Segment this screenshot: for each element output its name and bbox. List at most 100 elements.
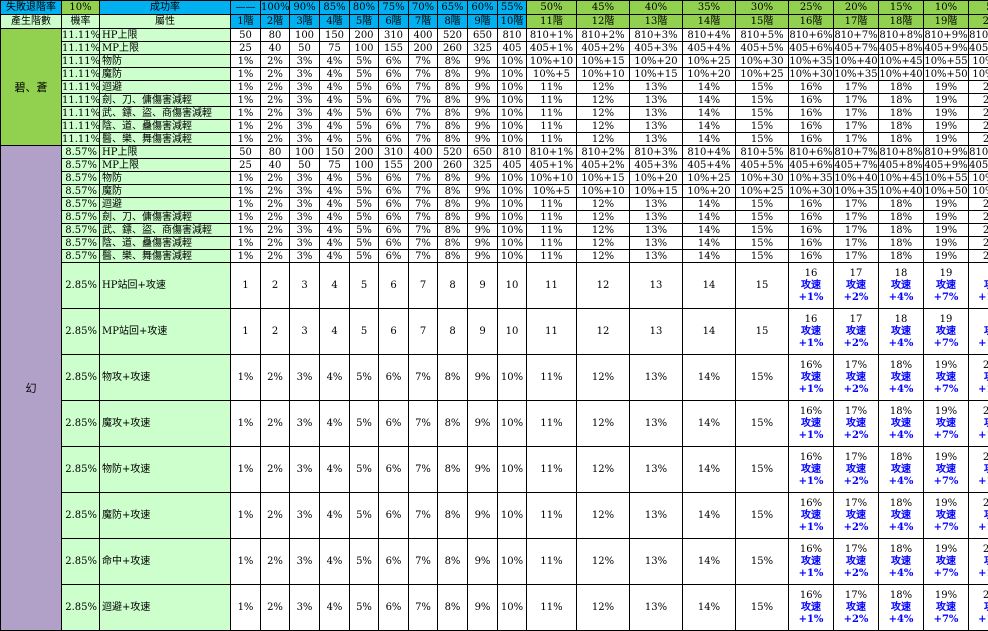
value-cell: 10%+50 xyxy=(924,68,969,81)
value-cell: 1% xyxy=(231,237,261,250)
value-cell: 14% xyxy=(683,493,736,539)
value-cell: 50 xyxy=(231,146,261,159)
value-cell: 405 xyxy=(498,159,527,172)
value-cell: 9% xyxy=(468,585,498,631)
value-cell: 75 xyxy=(320,159,350,172)
value-cell: 3% xyxy=(290,198,320,211)
bonus-stat-row: 2.85%HP站回+攻速12345678910111213141516攻速+1%… xyxy=(1,263,988,309)
value-cell: 13% xyxy=(630,585,683,631)
value-cell: 12 xyxy=(577,263,630,309)
value-cell: 15% xyxy=(736,198,789,211)
value-cell: 3% xyxy=(290,224,320,237)
value-cell: 10%+45 xyxy=(879,172,924,185)
value-cell: 10% xyxy=(498,224,527,237)
value-cell: 1% xyxy=(231,198,261,211)
bonus-stat-row: 2.85%迴避+攻速1%2%3%4%5%6%7%8%9%10%11%12%13%… xyxy=(1,585,988,631)
value-cell: 810+3% xyxy=(630,29,683,42)
value-cell: 10%+30 xyxy=(736,172,789,185)
value-cell: 15% xyxy=(736,250,789,263)
attribute-cell: 物防 xyxy=(100,172,231,185)
value-cell: 18% xyxy=(879,120,924,133)
value-cell: 11% xyxy=(527,211,577,224)
value-cell: 155 xyxy=(379,42,409,55)
value-cell: 13% xyxy=(630,401,683,447)
attack-speed-bonus: +2% xyxy=(834,568,878,580)
value-cell: 7% xyxy=(409,401,438,447)
value-cell: 9% xyxy=(468,224,498,237)
tier-value: 17% xyxy=(834,498,878,510)
success-rate-cell: 35% xyxy=(683,1,736,15)
value-cell: 11% xyxy=(527,94,577,107)
value-cell: 2% xyxy=(261,81,290,94)
tier-cell: 16階 xyxy=(789,15,834,29)
value-cell: 100 xyxy=(290,29,320,42)
value-cell: 10%+40 xyxy=(834,55,879,68)
value-cell: 4% xyxy=(320,172,350,185)
value-cell: 2% xyxy=(261,585,290,631)
value-cell: 9% xyxy=(468,493,498,539)
bonus-value-cell: 17攻速+2% xyxy=(834,309,879,355)
value-cell: 5% xyxy=(350,447,379,493)
value-cell: 5% xyxy=(350,355,379,401)
success-rate-cell: 30% xyxy=(736,1,789,15)
probability-cell: 8.57% xyxy=(62,185,100,198)
value-cell: 325 xyxy=(468,42,498,55)
attribute-cell: 陰、道、蠱傷害減輕 xyxy=(100,120,231,133)
group-name-cell: 碧、蒼 xyxy=(1,29,62,146)
attack-speed-bonus: +1% xyxy=(789,522,833,534)
value-cell: 16% xyxy=(789,107,834,120)
value-cell: 10% xyxy=(498,94,527,107)
probability-cell: 2.85% xyxy=(62,401,100,447)
attack-speed-bonus: +4% xyxy=(879,338,923,350)
stat-row: 11.11%魔防1%2%3%4%5%6%7%8%9%10%10%+510%+10… xyxy=(1,68,988,81)
value-cell: 2% xyxy=(261,401,290,447)
value-cell: 15% xyxy=(736,355,789,401)
attack-speed-label: 攻速 xyxy=(879,602,923,614)
bonus-value-cell: 17%攻速+2% xyxy=(834,401,879,447)
value-cell: 400 xyxy=(409,146,438,159)
value-cell: 13% xyxy=(630,120,683,133)
value-cell: 4% xyxy=(320,237,350,250)
value-cell: 12% xyxy=(577,355,630,401)
value-cell: 10 xyxy=(498,263,527,309)
value-cell: 15% xyxy=(736,447,789,493)
value-cell: 155 xyxy=(379,159,409,172)
value-cell: 4% xyxy=(320,539,350,585)
attack-speed-label: 攻速 xyxy=(969,372,988,384)
tier-cell: 9階 xyxy=(468,15,498,29)
attack-speed-label: 攻速 xyxy=(969,510,988,522)
value-cell: 8% xyxy=(438,224,468,237)
value-cell: 4% xyxy=(320,224,350,237)
value-cell: 1% xyxy=(231,133,261,146)
value-cell: 405+8% xyxy=(879,42,924,55)
value-cell: 17% xyxy=(834,211,879,224)
value-cell: 20% xyxy=(969,211,988,224)
value-cell: 20% xyxy=(969,107,988,120)
value-cell: 405+2% xyxy=(577,42,630,55)
value-cell: 10%+10 xyxy=(577,185,630,198)
value-cell: 13% xyxy=(630,250,683,263)
probability-cell: 2.85% xyxy=(62,539,100,585)
value-cell: 3% xyxy=(290,250,320,263)
attack-speed-bonus: +2% xyxy=(834,430,878,442)
value-cell: 3% xyxy=(290,493,320,539)
attack-speed-bonus: +10% xyxy=(969,568,988,580)
value-cell: 5 xyxy=(350,263,379,309)
value-cell: 7% xyxy=(409,172,438,185)
success-rate-cell: 55% xyxy=(498,1,527,15)
value-cell: 405+4% xyxy=(683,159,736,172)
value-cell: 15% xyxy=(736,539,789,585)
value-cell: 10%+15 xyxy=(577,55,630,68)
stat-row: 11.11%迴避1%2%3%4%5%6%7%8%9%10%11%12%13%14… xyxy=(1,81,988,94)
value-cell: 40 xyxy=(261,159,290,172)
value-cell: 14% xyxy=(683,355,736,401)
value-cell: 7% xyxy=(409,68,438,81)
value-cell: 4% xyxy=(320,493,350,539)
value-cell: 13% xyxy=(630,224,683,237)
value-cell: 13 xyxy=(630,309,683,355)
value-cell: 18% xyxy=(879,133,924,146)
tier-value: 16 xyxy=(789,268,833,280)
value-cell: 200 xyxy=(350,146,379,159)
attack-speed-label: 攻速 xyxy=(789,464,833,476)
value-cell: 15 xyxy=(736,263,789,309)
